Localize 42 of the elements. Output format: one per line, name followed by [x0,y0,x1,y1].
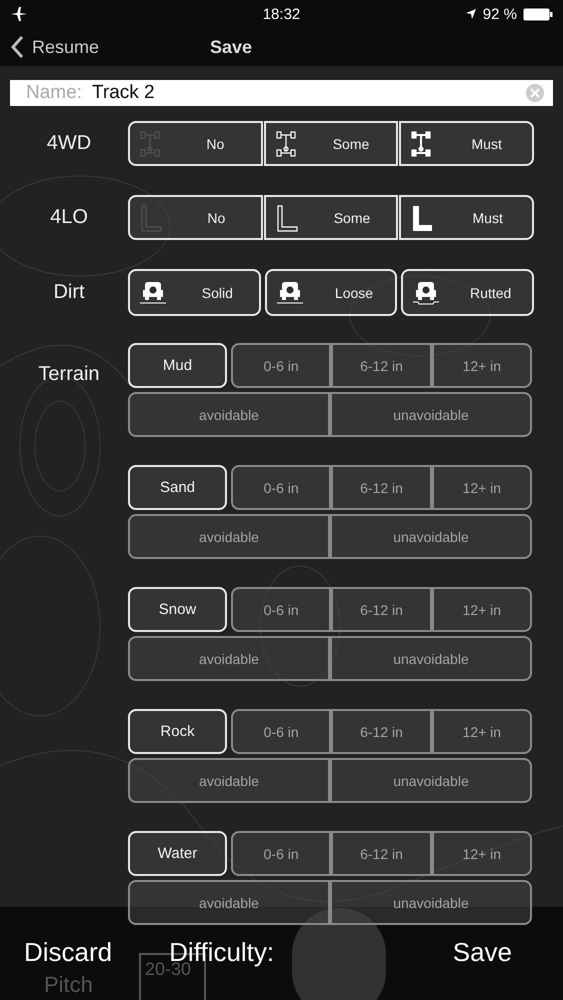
axle-icon [276,130,296,156]
battery-percentage: 92 % [482,6,517,22]
back-button[interactable]: Resume [10,35,210,59]
terrain-type-button[interactable]: Mud [128,343,227,388]
terrain-type-button[interactable]: Snow [128,587,227,632]
terrain-type-button[interactable]: Sand [128,465,227,510]
low-gear-icon [140,204,162,232]
option-button[interactable]: Must [399,195,534,240]
option-button[interactable]: Some [264,195,398,240]
axle-icon [411,130,432,156]
terrain-type-button[interactable]: Rock [128,709,227,754]
name-label: Name: [26,82,82,104]
screen-title: Save [210,36,252,58]
option-button[interactable]: Solid [128,269,261,316]
chevron-left-icon [10,35,24,59]
jeep-icon [413,280,440,304]
discard-button[interactable]: Discard [24,937,112,968]
option-button[interactable]: Rutted [401,269,534,316]
jeep-icon [140,280,166,304]
option-button[interactable]: Must [399,121,534,166]
name-input[interactable]: Track 2 [92,82,515,104]
option-label: 4WD [46,132,92,155]
low-gear-icon [276,204,298,232]
low-gear-icon [411,204,434,232]
jeep-icon [276,280,303,304]
option-label: Dirt [52,281,86,304]
option-button[interactable]: No [128,195,263,240]
option-button[interactable]: Some [264,121,398,166]
option-button[interactable]: No [128,121,263,166]
status-time: 18:32 [262,6,300,22]
option-label: 4LO [49,206,89,229]
terrain-label: Terrain [37,362,101,386]
location-arrow-icon [464,8,477,20]
slider-knob[interactable] [292,908,386,1000]
airplane-icon [10,6,28,22]
battery-icon [522,8,553,20]
option-button[interactable]: Loose [264,269,398,316]
save-button[interactable]: Save [452,937,512,968]
terrain-type-button[interactable]: Water [128,831,227,876]
pitch-label: Pitch [44,972,93,998]
axle-icon [140,130,160,156]
name-field[interactable]: Name: Track 2 [10,80,553,106]
